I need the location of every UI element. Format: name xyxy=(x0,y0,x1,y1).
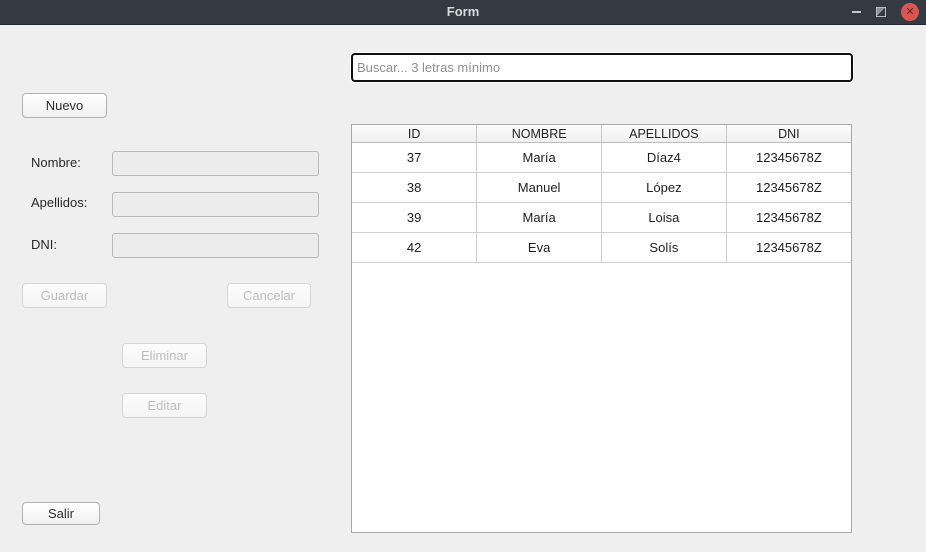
results-table-container[interactable]: IDNOMBREAPELLIDOSDNI 37MaríaDíaz41234567… xyxy=(351,124,852,533)
table-cell[interactable]: Eva xyxy=(477,233,602,263)
editar-button[interactable]: Editar xyxy=(122,393,207,418)
table-cell[interactable]: 37 xyxy=(352,143,477,173)
window-title: Form xyxy=(0,0,926,24)
apellidos-label: Apellidos: xyxy=(31,195,87,210)
table-cell[interactable]: 12345678Z xyxy=(726,173,851,203)
table-cell[interactable]: 12345678Z xyxy=(726,233,851,263)
table-cell[interactable]: Solís xyxy=(602,233,727,263)
guardar-button[interactable]: Guardar xyxy=(22,283,107,308)
table-cell[interactable]: López xyxy=(602,173,727,203)
dni-input[interactable] xyxy=(112,233,319,258)
table-cell[interactable]: 12345678Z xyxy=(726,143,851,173)
table-cell[interactable]: Manuel xyxy=(477,173,602,203)
form-window: { "window": { "title": "Form", "close_gl… xyxy=(0,0,926,552)
table-cell[interactable]: 12345678Z xyxy=(726,203,851,233)
window-controls: ✕ xyxy=(852,0,919,24)
table-cell[interactable]: Loisa xyxy=(602,203,727,233)
dni-label: DNI: xyxy=(31,237,57,252)
table-cell[interactable]: Díaz4 xyxy=(602,143,727,173)
results-table: IDNOMBREAPELLIDOSDNI 37MaríaDíaz41234567… xyxy=(352,125,851,263)
table-row[interactable]: 38ManuelLópez12345678Z xyxy=(352,173,851,203)
nombre-label: Nombre: xyxy=(31,155,81,170)
table-row[interactable]: 37MaríaDíaz412345678Z xyxy=(352,143,851,173)
titlebar[interactable]: Form ✕ xyxy=(0,0,926,25)
close-button[interactable]: ✕ xyxy=(901,3,919,21)
column-header-apellidos[interactable]: APELLIDOS xyxy=(602,125,727,143)
table-row[interactable]: 42EvaSolís12345678Z xyxy=(352,233,851,263)
search-input[interactable] xyxy=(351,53,853,82)
nuevo-button[interactable]: Nuevo xyxy=(22,93,107,118)
nombre-input[interactable] xyxy=(112,151,319,176)
minimize-icon[interactable] xyxy=(852,11,861,13)
table-cell[interactable]: María xyxy=(477,203,602,233)
table-cell[interactable]: 42 xyxy=(352,233,477,263)
table-row[interactable]: 39MaríaLoisa12345678Z xyxy=(352,203,851,233)
table-header-row: IDNOMBREAPELLIDOSDNI xyxy=(352,125,851,143)
salir-button[interactable]: Salir xyxy=(22,502,100,525)
eliminar-button[interactable]: Eliminar xyxy=(122,343,207,368)
apellidos-input[interactable] xyxy=(112,192,319,217)
column-header-id[interactable]: ID xyxy=(352,125,477,143)
column-header-nombre[interactable]: NOMBRE xyxy=(477,125,602,143)
close-icon: ✕ xyxy=(905,7,914,18)
table-cell[interactable]: 38 xyxy=(352,173,477,203)
column-header-dni[interactable]: DNI xyxy=(726,125,851,143)
cancelar-button[interactable]: Cancelar xyxy=(227,283,311,308)
restore-icon[interactable] xyxy=(876,7,886,17)
table-cell[interactable]: 39 xyxy=(352,203,477,233)
table-cell[interactable]: María xyxy=(477,143,602,173)
